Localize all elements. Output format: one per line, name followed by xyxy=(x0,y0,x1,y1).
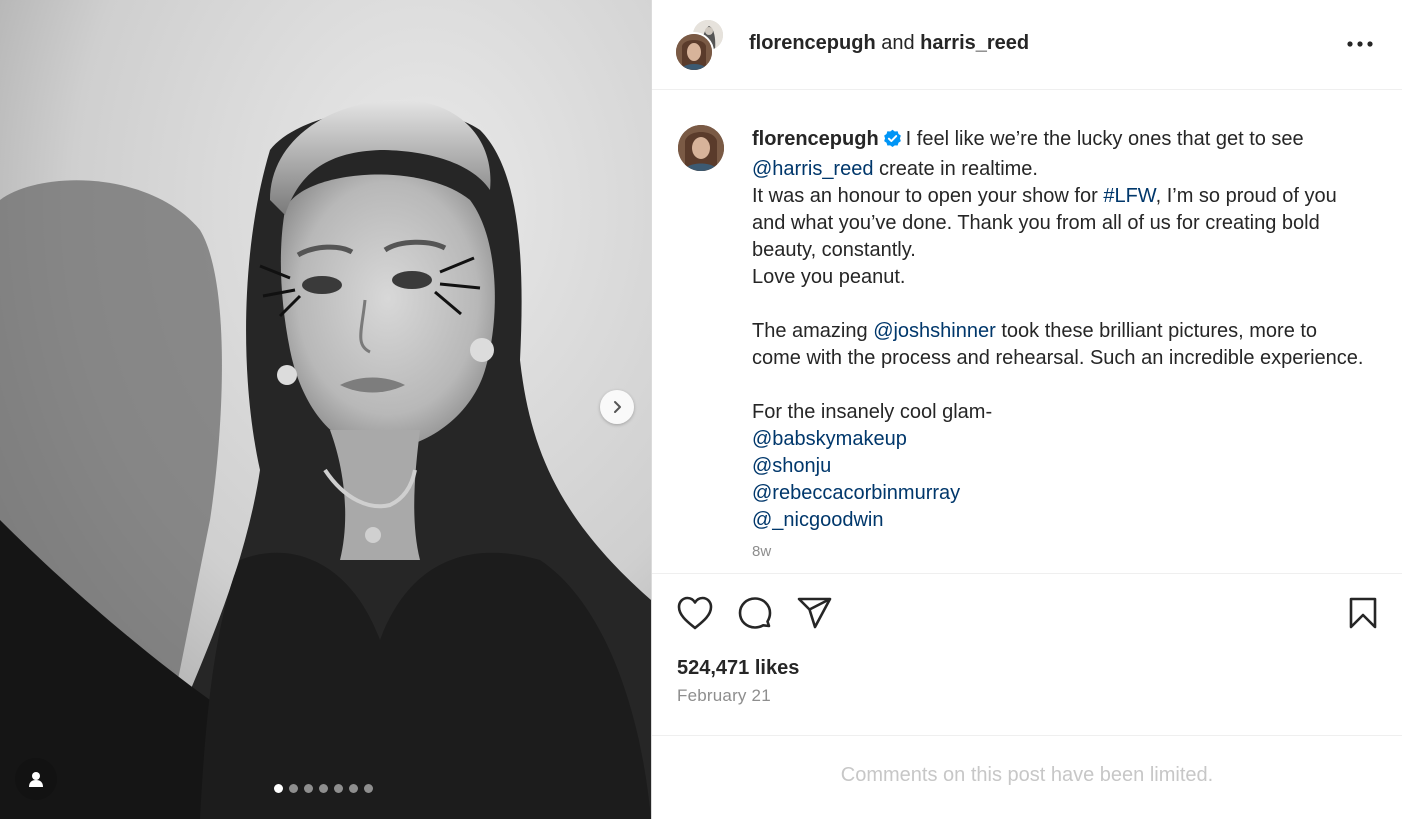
caption-author-avatar[interactable] xyxy=(678,125,724,171)
caption-text: took these brilliant pictures, more to xyxy=(1001,320,1318,342)
caption-author[interactable]: florencepugh xyxy=(752,128,879,150)
hashtag-link[interactable]: #LFW xyxy=(1103,185,1155,207)
carousel-dot xyxy=(364,784,373,793)
post-photo xyxy=(0,0,651,819)
carousel-dot xyxy=(289,784,298,793)
caption-line: It was an honour to open your show for #… xyxy=(752,183,1392,210)
avatar-florencepugh[interactable] xyxy=(674,32,714,72)
post-owners: florencepugh and harris_reed xyxy=(749,32,1029,55)
caption-line: For the insanely cool glam- xyxy=(752,401,993,423)
carousel-dot xyxy=(319,784,328,793)
save-button[interactable] xyxy=(1348,596,1378,635)
caption-line: and what you’ve done. Thank you from all… xyxy=(752,212,1320,234)
avatar-image xyxy=(676,34,712,70)
caption-line: @_nicgoodwin xyxy=(752,507,1392,534)
caption-text: , I’m so proud of you xyxy=(1155,185,1337,207)
carousel-dot xyxy=(274,784,283,793)
caption-line: @harris_reed create in realtime. xyxy=(752,156,1392,183)
caption-line: beauty, constantly. xyxy=(752,239,916,261)
post-media[interactable] xyxy=(0,0,651,819)
comments-divider xyxy=(652,735,1402,736)
post-caption: florencepugh I feel like we’re the lucky … xyxy=(752,126,1392,534)
caption-timestamp[interactable]: 8w xyxy=(752,543,771,560)
verified-badge-icon xyxy=(883,129,902,156)
tagged-users-button[interactable] xyxy=(15,758,57,800)
mention-link[interactable]: @joshshinner xyxy=(873,320,996,342)
username-link[interactable]: harris_reed xyxy=(920,32,1029,54)
bookmark-icon xyxy=(1349,597,1377,629)
caption-line: @babskymakeup xyxy=(752,426,1392,453)
post-date: February 21 xyxy=(677,686,771,705)
post-header: florencepugh and harris_reed xyxy=(652,0,1402,90)
send-icon xyxy=(797,597,832,629)
carousel-dot xyxy=(349,784,358,793)
caption-text: The amazing xyxy=(752,320,868,342)
comment-icon xyxy=(738,597,772,629)
carousel-dot xyxy=(304,784,313,793)
mention-link[interactable]: @babskymakeup xyxy=(752,428,907,450)
share-button[interactable] xyxy=(796,595,834,636)
comments-limited-notice: Comments on this post have been limited. xyxy=(840,764,1214,786)
owners-joiner: and xyxy=(881,32,915,54)
caption-line: The amazing @joshshinner took these bril… xyxy=(752,318,1392,345)
chevron-right-icon xyxy=(614,401,621,413)
heart-icon xyxy=(677,596,713,630)
caption-text: create in realtime. xyxy=(879,158,1038,180)
carousel-indicator xyxy=(274,784,373,793)
more-options-button[interactable] xyxy=(1345,30,1375,58)
mention-link[interactable]: @shonju xyxy=(752,455,831,477)
caption-line: florencepugh I feel like we’re the lucky … xyxy=(752,126,1392,156)
actions-divider xyxy=(652,573,1402,574)
username-link[interactable]: florencepugh xyxy=(749,32,876,54)
like-count[interactable]: 524,471 likes xyxy=(677,657,799,680)
avatar-image xyxy=(678,125,724,171)
mention-link[interactable]: @_nicgoodwin xyxy=(752,509,884,531)
caption-line: come with the process and rehearsal. Suc… xyxy=(752,347,1364,369)
more-horizontal-icon xyxy=(1347,41,1373,47)
post-details-panel: florencepugh and harris_reed florencepug… xyxy=(652,0,1402,819)
caption-line: Love you peanut. xyxy=(752,266,906,288)
like-button[interactable] xyxy=(676,595,714,636)
carousel-dot xyxy=(334,784,343,793)
mention-link[interactable]: @harris_reed xyxy=(752,158,873,180)
next-slide-button[interactable] xyxy=(600,390,634,424)
comment-button[interactable] xyxy=(736,595,774,638)
caption-text: I feel like we’re the lucky ones that ge… xyxy=(905,128,1304,150)
user-icon xyxy=(29,772,43,787)
caption-line: @shonju xyxy=(752,453,1392,480)
collab-avatars[interactable] xyxy=(674,18,725,72)
caption-text: It was an honour to open your show for xyxy=(752,185,1098,207)
mention-link[interactable]: @rebeccacorbinmurray xyxy=(752,482,960,504)
caption-line: @rebeccacorbinmurray xyxy=(752,480,1392,507)
